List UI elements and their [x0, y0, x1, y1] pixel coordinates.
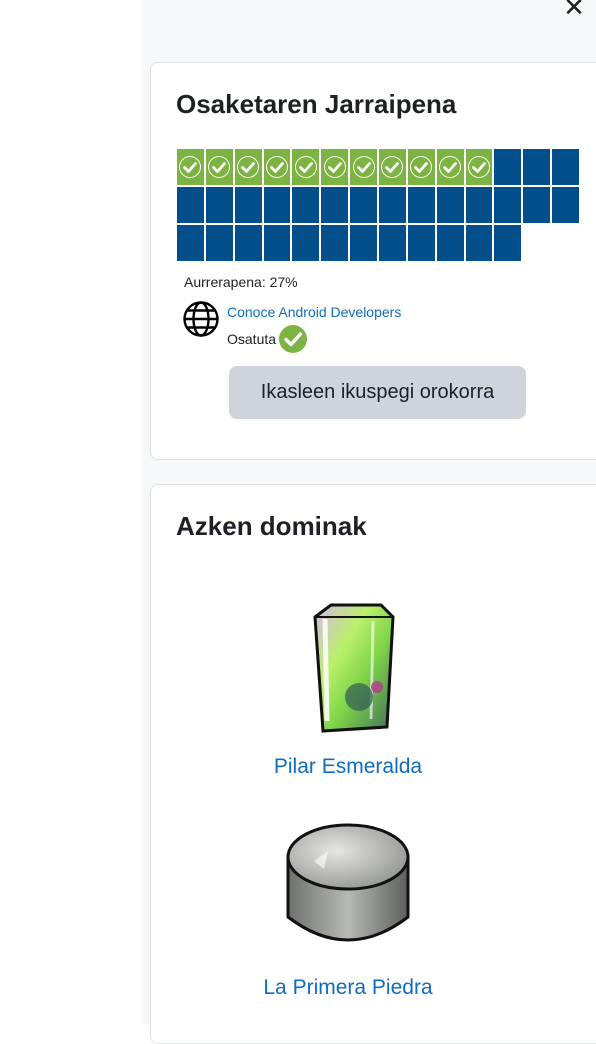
- progress-percentage: Aurrerapena: 27%: [184, 274, 298, 290]
- progress-cell-incomplete[interactable]: [435, 186, 465, 224]
- progress-cell-completed[interactable]: [406, 148, 436, 186]
- progress-cell-incomplete[interactable]: [493, 148, 523, 186]
- activity-link[interactable]: Conoce Android Developers: [227, 304, 401, 320]
- close-icon[interactable]: ✕: [563, 0, 585, 22]
- progress-cell-completed[interactable]: [435, 148, 465, 186]
- badges-block-title: Azken dominak: [176, 511, 367, 541]
- progress-cell-completed[interactable]: [262, 148, 292, 186]
- progress-cell-completed[interactable]: [378, 148, 407, 186]
- progress-cell-incomplete[interactable]: [464, 186, 494, 224]
- progress-cell-incomplete[interactable]: [204, 224, 234, 262]
- progress-cell-incomplete[interactable]: [464, 224, 494, 262]
- progress-cell-completed[interactable]: [233, 148, 263, 186]
- progress-block-title: Osaketaren Jarraipena: [176, 89, 457, 119]
- progress-cell-incomplete[interactable]: [291, 186, 321, 224]
- progress-cell-incomplete[interactable]: [551, 148, 581, 186]
- progress-cell-incomplete[interactable]: [176, 224, 205, 262]
- progress-cell-incomplete[interactable]: [176, 186, 205, 224]
- check-icon: [237, 156, 260, 178]
- check-icon: [352, 156, 375, 178]
- progress-cell-incomplete[interactable]: [522, 148, 552, 186]
- check-icon: [381, 156, 404, 178]
- progress-cell-incomplete[interactable]: [522, 186, 552, 224]
- check-icon: [294, 156, 317, 178]
- progress-cell-incomplete[interactable]: [406, 224, 436, 262]
- progress-cell-incomplete[interactable]: [320, 224, 350, 262]
- overview-of-students-button[interactable]: Ikasleen ikuspegi orokorra: [229, 366, 526, 419]
- progress-cell-completed[interactable]: [320, 148, 350, 186]
- progress-cell-completed[interactable]: [204, 148, 234, 186]
- check-icon: [208, 156, 231, 178]
- progress-cell-incomplete[interactable]: [378, 186, 407, 224]
- progress-cell-incomplete[interactable]: [551, 186, 581, 224]
- progress-cell-incomplete[interactable]: [262, 186, 292, 224]
- progress-grid: [176, 148, 581, 262]
- progress-cell-incomplete[interactable]: [233, 224, 263, 262]
- progress-cell-incomplete[interactable]: [435, 224, 465, 262]
- progress-cell-incomplete[interactable]: [493, 186, 523, 224]
- check-icon: [410, 156, 433, 178]
- progress-cell-incomplete[interactable]: [291, 224, 321, 262]
- progress-cell-incomplete[interactable]: [233, 186, 263, 224]
- progress-cell-completed[interactable]: [176, 148, 205, 186]
- progress-cell-incomplete[interactable]: [493, 224, 523, 262]
- completed-check-icon: [279, 325, 308, 353]
- check-icon: [439, 156, 462, 178]
- badge-link-1[interactable]: Pilar Esmeralda: [273, 755, 423, 779]
- badge-link-2[interactable]: La Primera Piedra: [248, 976, 448, 1000]
- progress-cell-incomplete[interactable]: [406, 186, 436, 224]
- progress-cell-incomplete[interactable]: [349, 224, 379, 262]
- progress-cell-incomplete[interactable]: [349, 186, 379, 224]
- emerald-pillar-badge-icon[interactable]: [301, 601, 397, 737]
- progress-cell-incomplete[interactable]: [378, 224, 407, 262]
- globe-icon: [183, 301, 219, 337]
- check-icon: [179, 156, 202, 178]
- activity-status: Osatuta: [227, 324, 308, 354]
- progress-cell-incomplete[interactable]: [320, 186, 350, 224]
- progress-cell-completed[interactable]: [464, 148, 494, 186]
- progress-cell-completed[interactable]: [291, 148, 321, 186]
- progress-cell-completed[interactable]: [349, 148, 379, 186]
- latest-badges-block: Azken dominak Pilar Esmeralda La Primera…: [150, 484, 596, 1044]
- completion-progress-block: Osaketaren Jarraipena Aurrerapena: 27% C…: [150, 62, 596, 460]
- check-icon: [323, 156, 346, 178]
- progress-cell-incomplete[interactable]: [262, 224, 292, 262]
- progress-cell-incomplete[interactable]: [204, 186, 234, 224]
- activity-status-label: Osatuta: [227, 331, 277, 347]
- stone-badge-icon[interactable]: [284, 821, 412, 953]
- close-drawer-button[interactable]: ✕: [561, 0, 587, 20]
- check-icon: [468, 156, 491, 178]
- check-icon: [266, 156, 288, 178]
